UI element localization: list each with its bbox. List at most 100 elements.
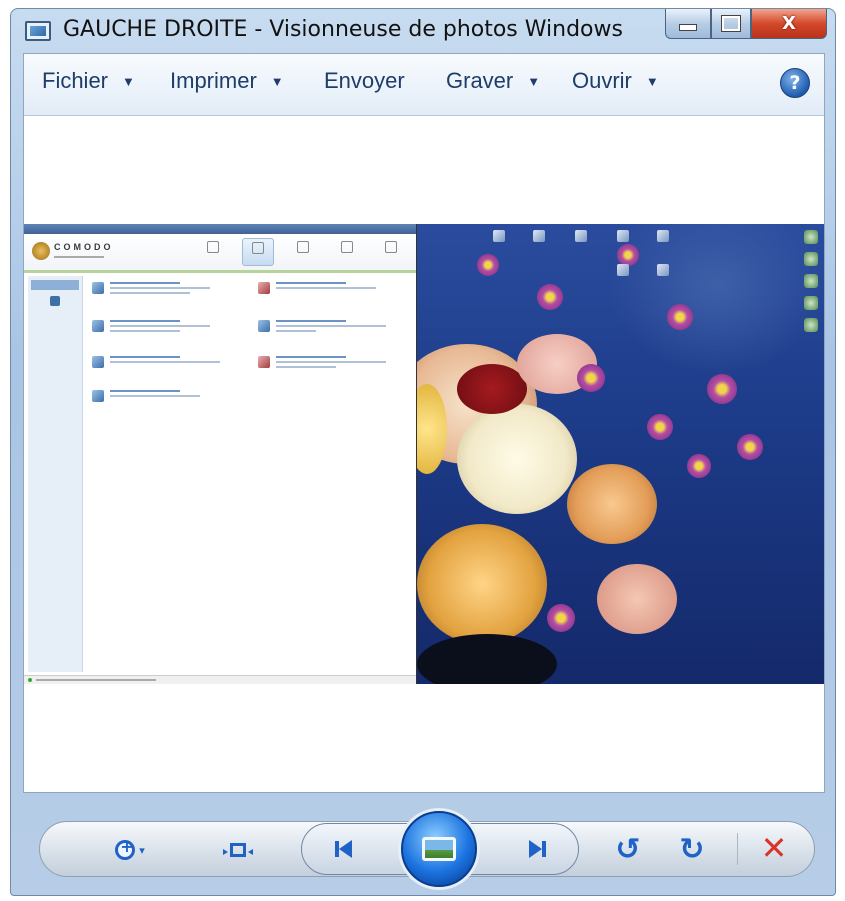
chevron-down-icon: ▼: [122, 73, 135, 89]
embedded-task: [92, 390, 242, 402]
embedded-task: [92, 320, 242, 335]
maximize-icon: [721, 15, 741, 32]
flower-aster: [687, 454, 711, 478]
menu-envoyer-label: Envoyer: [324, 68, 405, 93]
photo-shadow: [417, 634, 557, 684]
viewer-client-area: Fichier ▼ Imprimer ▼ Envoyer Graver ▼ Ou…: [23, 53, 825, 793]
embedded-brand: COMODO: [54, 242, 114, 252]
embedded-tab: [288, 238, 318, 264]
minimize-button[interactable]: [665, 9, 711, 39]
menu-graver-label: Graver: [446, 68, 514, 93]
menu-fichier[interactable]: Fichier ▼: [42, 68, 135, 94]
menu-imprimer[interactable]: Imprimer ▼: [170, 68, 284, 94]
displayed-photo: COMODO: [24, 224, 824, 684]
minimize-icon: [679, 24, 697, 31]
desktop-gadget: [804, 318, 818, 332]
flower-rose: [417, 524, 547, 644]
desktop-icon: [617, 230, 629, 242]
chevron-down-icon: ▼: [645, 73, 659, 89]
flower-aster: [617, 244, 639, 266]
delete-icon: ✕: [760, 829, 788, 867]
flower-aster: [737, 434, 763, 460]
close-icon: X: [782, 13, 796, 34]
flower-rose: [567, 464, 657, 544]
comodo-logo-icon: [32, 242, 50, 260]
slideshow-button[interactable]: [401, 811, 477, 887]
photo-viewer-app-icon: [25, 21, 51, 41]
desktop-gadget: [804, 252, 818, 266]
close-button[interactable]: X: [751, 9, 827, 39]
menu-ouvrir-label: Ouvrir: [572, 68, 632, 93]
embedded-sidebar-tab: [31, 280, 79, 290]
flower-aster: [667, 304, 693, 330]
rotate-cw-icon: ↻: [679, 831, 705, 867]
previous-button[interactable]: [315, 833, 371, 865]
desktop-gadget: [804, 230, 818, 244]
playback-controls: ▾ ↺ ↻ ✕: [39, 811, 815, 887]
zoom-icon: [115, 837, 136, 860]
flower-aster: [577, 364, 605, 392]
window-title: GAUCHE DROITE - Visionneuse de photos Wi…: [63, 17, 623, 42]
chevron-down-icon: ▼: [270, 73, 284, 89]
photo-viewer-window: GAUCHE DROITE - Visionneuse de photos Wi…: [10, 8, 836, 896]
desktop-icon: [493, 230, 505, 242]
menu-graver[interactable]: Graver ▼: [446, 68, 540, 94]
desktop-gadget: [804, 296, 818, 310]
flower-aster: [547, 604, 575, 632]
desktop-icon: [533, 230, 545, 242]
desktop-icon: [617, 264, 629, 276]
embedded-task: [258, 320, 408, 335]
menu-envoyer[interactable]: Envoyer: [324, 68, 405, 94]
zoom-button[interactable]: ▾: [107, 835, 153, 865]
desktop-icon: [575, 230, 587, 242]
embedded-task: [258, 356, 408, 371]
embedded-tab: [198, 238, 228, 264]
delete-button[interactable]: ✕: [757, 829, 791, 867]
photo-left-screenshot: COMODO: [24, 224, 417, 684]
chevron-down-icon: ▼: [527, 73, 541, 89]
rotate-counterclockwise-button[interactable]: ↺: [611, 831, 645, 867]
actual-size-button[interactable]: [221, 835, 255, 865]
next-icon: [528, 840, 546, 858]
help-button[interactable]: ?: [780, 68, 810, 98]
rotate-ccw-icon: ↺: [615, 831, 641, 867]
help-icon: ?: [789, 72, 801, 94]
flower-aster: [477, 254, 499, 276]
controls-divider: [737, 833, 738, 865]
flower-rose: [597, 564, 677, 634]
embedded-titlebar: [24, 224, 416, 234]
embedded-task: [92, 356, 242, 368]
rotate-clockwise-button[interactable]: ↻: [675, 831, 709, 867]
maximize-button[interactable]: [711, 9, 751, 39]
embedded-sidebar-icon: [50, 296, 60, 306]
desktop-gadget: [804, 274, 818, 288]
fit-window-icon: [223, 843, 253, 857]
photo-right-flower-desktop: [417, 224, 824, 684]
menu-ouvrir[interactable]: Ouvrir ▼: [572, 68, 659, 94]
embedded-task: [258, 282, 408, 294]
chevron-down-icon: ▾: [139, 843, 145, 857]
window-buttons: X: [665, 9, 827, 41]
flower-aster: [537, 284, 563, 310]
menu-fichier-label: Fichier: [42, 68, 109, 93]
embedded-subtitle: [54, 256, 104, 258]
flower-aster: [647, 414, 673, 440]
previous-icon: [334, 840, 352, 858]
next-button[interactable]: [509, 833, 565, 865]
embedded-tab: [242, 238, 274, 266]
flower-rose: [457, 404, 577, 514]
embedded-tab: [376, 238, 406, 264]
embedded-statusbar: [24, 675, 416, 684]
embedded-task: [92, 282, 242, 297]
flower-aster: [707, 374, 737, 404]
menu-imprimer-label: Imprimer: [170, 68, 257, 93]
embedded-tab: [332, 238, 362, 264]
menu-bar: Fichier ▼ Imprimer ▼ Envoyer Graver ▼ Ou…: [24, 54, 824, 116]
slideshow-icon: [422, 837, 456, 861]
embedded-tabs: [198, 238, 406, 266]
title-bar[interactable]: GAUCHE DROITE - Visionneuse de photos Wi…: [11, 9, 835, 51]
embedded-app-header: COMODO: [24, 234, 416, 273]
desktop-icon: [657, 230, 669, 242]
embedded-sidebar: [28, 276, 83, 672]
desktop-icon: [657, 264, 669, 276]
